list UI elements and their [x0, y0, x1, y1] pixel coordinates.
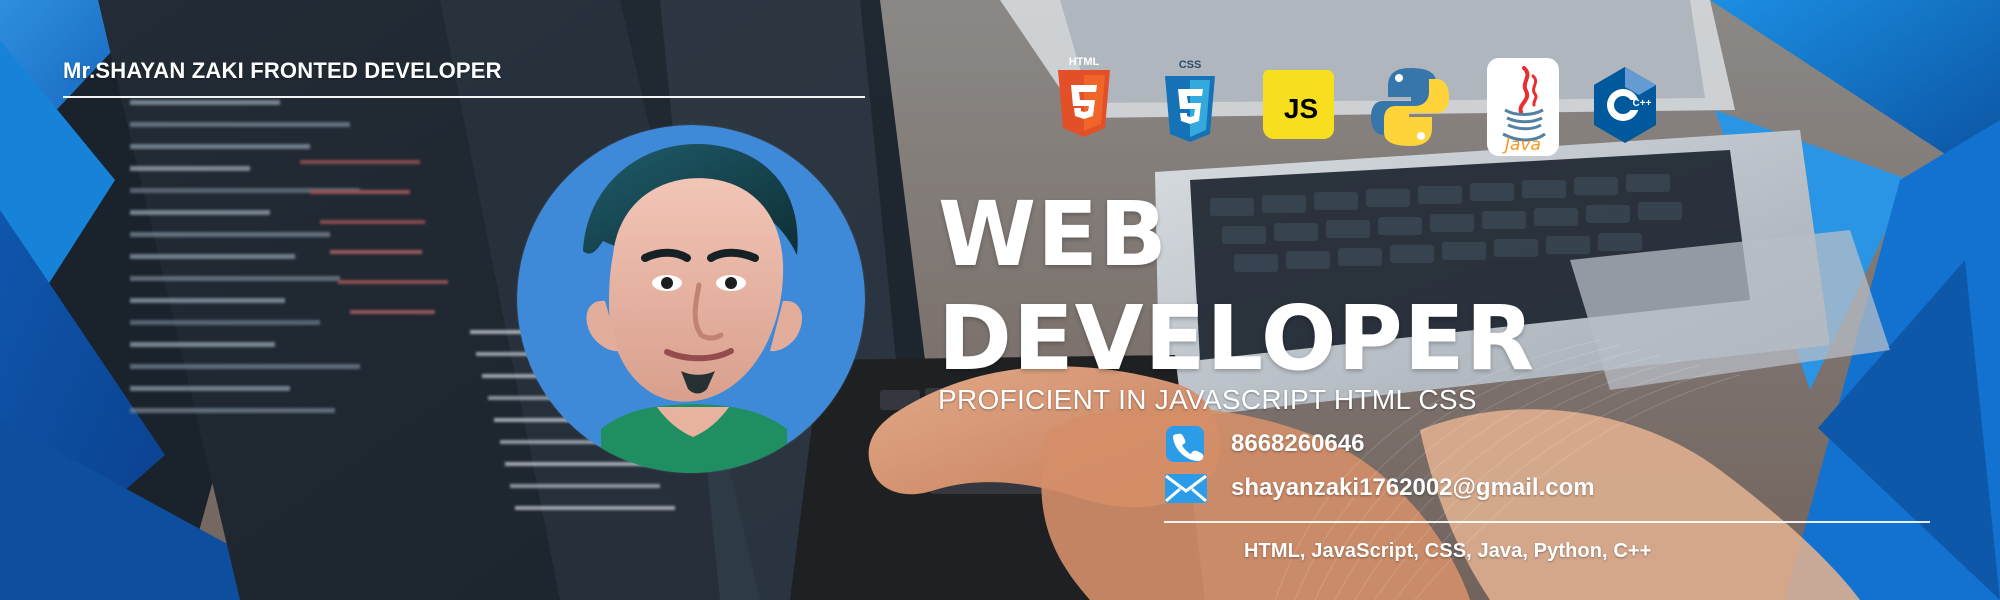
profile-photo	[517, 125, 865, 473]
subtitle: PROFICIENT IN JAVASCRIPT HTML CSS	[938, 384, 1477, 415]
svg-text:C++: C++	[1633, 98, 1652, 109]
html5-icon: HTML	[1058, 56, 1110, 137]
contact-divider	[1164, 521, 1930, 523]
svg-text:HTML: HTML	[1069, 56, 1100, 68]
skills-list: HTML, JavaScript, CSS, Java, Python, C++	[1244, 540, 1652, 562]
phone-icon	[1166, 426, 1204, 462]
profile-banner: Mr.SHAYAN ZAKI FRONTED DEVELOPER HTML CS…	[0, 0, 2000, 600]
email-icon	[1165, 474, 1207, 503]
brand-line: Mr.SHAYAN ZAKI FRONTED DEVELOPER	[63, 58, 502, 83]
css3-icon: CSS	[1165, 59, 1215, 142]
svg-text:JS: JS	[1284, 93, 1318, 124]
svg-text:CSS: CSS	[1179, 59, 1202, 71]
cplusplus-icon: C++	[1594, 67, 1656, 143]
header-divider	[63, 96, 865, 98]
javascript-icon: JS	[1263, 70, 1334, 139]
email-address: shayanzaki1762002@gmail.com	[1231, 474, 1595, 501]
phone-number: 8668260646	[1231, 430, 1365, 457]
phone-contact: 8668260646	[1164, 425, 1364, 463]
svg-text:Java: Java	[1502, 135, 1541, 155]
page-title: WEB DEVELOPER	[938, 182, 1536, 390]
title-line-2: DEVELOPER	[938, 286, 1536, 390]
email-contact: shayanzaki1762002@gmail.com	[1164, 469, 1595, 507]
title-line-1: WEB	[938, 182, 1168, 286]
java-icon: Java	[1487, 58, 1559, 156]
python-icon	[1371, 68, 1449, 146]
